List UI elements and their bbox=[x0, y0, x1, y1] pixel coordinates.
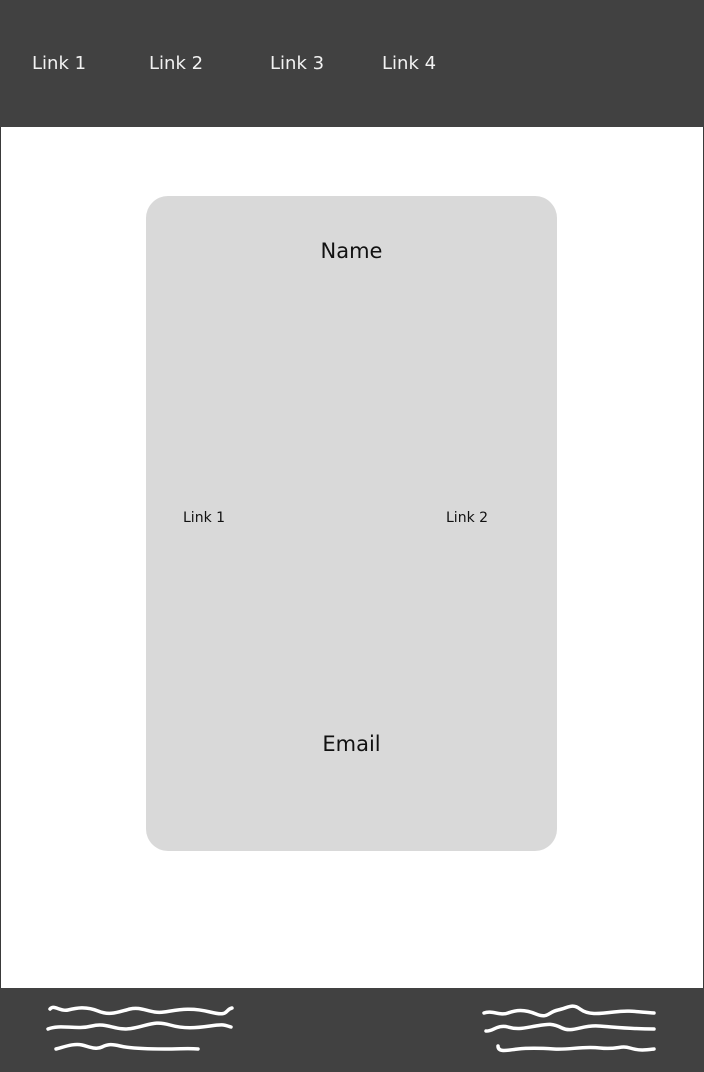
profile-card: Name Link 1 Link 2 Email bbox=[146, 196, 557, 851]
footer-right-scribble bbox=[482, 1004, 656, 1053]
card-name-label: Name bbox=[320, 239, 383, 263]
footer-bar bbox=[0, 988, 704, 1072]
footer-left-scribble bbox=[46, 1005, 234, 1051]
nav-link-1[interactable]: Link 1 bbox=[32, 53, 86, 75]
nav-link-4[interactable]: Link 4 bbox=[382, 53, 436, 75]
card-link-1[interactable]: Link 1 bbox=[183, 509, 225, 527]
card-email-label: Email bbox=[322, 732, 381, 756]
nav-link-2[interactable]: Link 2 bbox=[149, 53, 203, 75]
nav-link-3[interactable]: Link 3 bbox=[270, 53, 324, 75]
top-nav-bar: Link 1 Link 2 Link 3 Link 4 bbox=[0, 0, 704, 127]
card-link-2[interactable]: Link 2 bbox=[446, 509, 488, 527]
